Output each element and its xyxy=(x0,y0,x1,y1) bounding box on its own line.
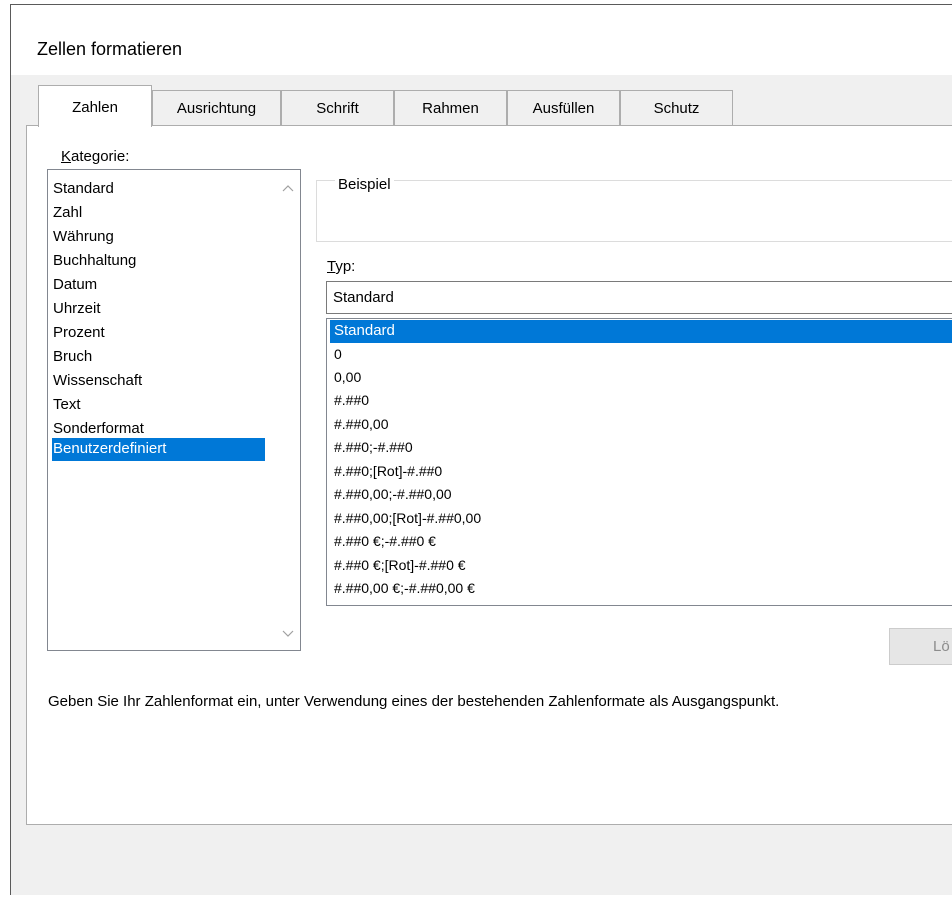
tab-ausfuellen[interactable]: Ausfüllen xyxy=(507,90,620,126)
screen-bottom xyxy=(0,895,952,910)
category-item-prozent[interactable]: Prozent xyxy=(52,322,265,345)
type-item-euro-decimals-negative[interactable]: #.##0,00 €;-#.##0,00 € xyxy=(330,577,952,600)
category-list[interactable]: Standard Zahl Währung Buchhaltung Datum … xyxy=(47,169,301,651)
type-item-thousands[interactable]: #.##0 xyxy=(330,389,952,412)
chevron-down-icon xyxy=(282,630,294,637)
type-item-euro-red[interactable]: #.##0 €;[Rot]-#.##0 € xyxy=(330,554,952,577)
type-item-0[interactable]: 0 xyxy=(330,343,952,366)
type-label-text: yp: xyxy=(335,258,356,275)
type-item-thousands-negative[interactable]: #.##0;-#.##0 xyxy=(330,436,952,459)
tab-zahlen[interactable]: Zahlen xyxy=(38,85,152,127)
category-item-zahl[interactable]: Zahl xyxy=(52,202,265,225)
delete-button[interactable]: Lö xyxy=(889,628,952,665)
dialog-title: Zellen formatieren xyxy=(37,39,183,59)
title-bar: Zellen formatieren xyxy=(11,5,952,75)
category-item-buchhaltung[interactable]: Buchhaltung xyxy=(52,250,265,273)
category-item-wissenschaft[interactable]: Wissenschaft xyxy=(52,370,265,393)
type-input[interactable]: Standard xyxy=(326,281,952,314)
type-item-0-00[interactable]: 0,00 xyxy=(330,366,952,389)
type-item-decimals-red[interactable]: #.##0,00;[Rot]-#.##0,00 xyxy=(330,507,952,530)
scroll-down-icon[interactable] xyxy=(278,624,298,644)
category-label: Kategorie: xyxy=(61,148,129,165)
sample-group xyxy=(316,180,952,242)
tab-schutz[interactable]: Schutz xyxy=(620,90,733,126)
category-label-text: ategorie: xyxy=(71,148,130,165)
type-item-standard[interactable]: Standard xyxy=(330,320,952,343)
tab-rahmen[interactable]: Rahmen xyxy=(394,90,507,126)
category-item-waehrung[interactable]: Währung xyxy=(52,226,265,249)
tab-rahmen-label: Rahmen xyxy=(422,100,479,117)
scroll-up-icon[interactable] xyxy=(278,178,298,198)
type-label: Typ: xyxy=(327,258,355,275)
category-label-accesskey: K xyxy=(61,148,72,165)
category-item-standard[interactable]: Standard xyxy=(52,178,265,201)
description-text: Geben Sie Ihr Zahlenformat ein, unter Ve… xyxy=(48,693,780,710)
sample-label: Beispiel xyxy=(335,176,394,193)
tab-schrift[interactable]: Schrift xyxy=(281,90,394,126)
tab-ausfuellen-label: Ausfüllen xyxy=(532,100,595,117)
type-item-thousands-decimals[interactable]: #.##0,00 xyxy=(330,413,952,436)
tab-ausrichtung-label: Ausrichtung xyxy=(176,100,257,117)
category-item-benutzerdefiniert[interactable]: Benutzerdefiniert xyxy=(52,438,265,461)
tab-schutz-label: Schutz xyxy=(653,100,700,117)
category-item-bruch[interactable]: Bruch xyxy=(52,346,265,369)
tab-zahlen-label: Zahlen xyxy=(72,99,118,116)
chevron-up-icon xyxy=(282,185,294,192)
type-list[interactable]: Standard 0 0,00 #.##0 #.##0,00 #.##0;-#.… xyxy=(326,318,952,606)
type-item-decimals-negative[interactable]: #.##0,00;-#.##0,00 xyxy=(330,483,952,506)
tab-schrift-label: Schrift xyxy=(316,100,359,117)
tab-ausrichtung[interactable]: Ausrichtung xyxy=(152,90,281,126)
category-item-uhrzeit[interactable]: Uhrzeit xyxy=(52,298,265,321)
type-item-thousands-red[interactable]: #.##0;[Rot]-#.##0 xyxy=(330,460,952,483)
category-item-datum[interactable]: Datum xyxy=(52,274,265,297)
category-item-text[interactable]: Text xyxy=(52,394,265,417)
type-item-euro-negative[interactable]: #.##0 €;-#.##0 € xyxy=(330,530,952,553)
